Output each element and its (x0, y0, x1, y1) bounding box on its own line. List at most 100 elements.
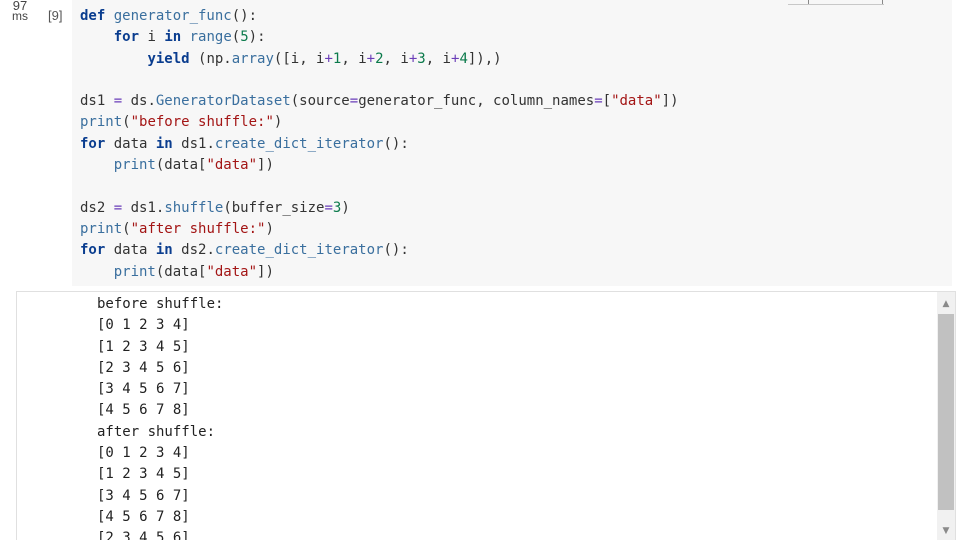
output-line: [3 4 5 6 7] (97, 487, 190, 504)
code-line: for i in range(5): (80, 29, 266, 45)
code-token: ds2 (80, 199, 114, 216)
code-token: i (139, 29, 165, 46)
code-token: ([i, i (273, 50, 325, 67)
code-token: "data" (611, 93, 662, 110)
code-token: create_dict_iterator (214, 242, 384, 259)
output-text: before shuffle: [0 1 2 3 4] [1 2 3 4 5] … (97, 294, 223, 540)
code-line: def generator_func(): (80, 8, 257, 24)
code-token: ): (248, 29, 266, 46)
output-line: [3 4 5 6 7] (97, 381, 190, 398)
code-token: ds. (122, 93, 156, 110)
code-line: print("before shuffle:") (80, 114, 282, 130)
output-line: [0 1 2 3 4] (97, 445, 190, 462)
code-token: (): (383, 135, 409, 152)
code-token: print (113, 263, 156, 280)
code-token: data (105, 135, 156, 152)
code-token: in (155, 135, 173, 152)
code-token: def (80, 8, 114, 24)
code-token: + (408, 50, 418, 67)
code-token: "data" (206, 157, 258, 174)
output-area: before shuffle: [0 1 2 3 4] [1 2 3 4 5] … (16, 291, 956, 540)
code-token: "before shuffle:" (130, 114, 274, 131)
scroll-down-arrow-icon[interactable]: ▼ (937, 522, 955, 540)
code-token: (buffer_size (223, 199, 325, 216)
code-token: generator_func, column_names (358, 93, 595, 110)
code-line: yield (np.array([i, i+1, i+2, i+3, i+4])… (80, 50, 502, 67)
code-token: 5 (240, 29, 249, 46)
code-token: = (594, 93, 603, 110)
code-token: + (366, 50, 376, 67)
output-scrollbar[interactable]: ▲ ▼ (937, 292, 955, 540)
notebook-cell: 97 ms [9] def generator_func(): for i in… (0, 0, 970, 540)
code-line: for data in ds2.create_dict_iterator(): (80, 242, 409, 258)
code-token: , i (383, 50, 409, 67)
code-token: for (80, 135, 106, 152)
code-token: + (324, 50, 333, 67)
code-token: print (80, 114, 123, 131)
code-token: ds1. (122, 199, 165, 216)
code-token: ( (231, 29, 241, 46)
code-token: (data[ (155, 263, 207, 280)
code-line: print(data["data"]) (80, 157, 274, 173)
code-line: for data in ds1.create_dict_iterator(): (80, 136, 409, 152)
scroll-up-arrow-icon[interactable]: ▲ (937, 295, 955, 313)
code-token: ]) (661, 93, 679, 110)
code-token: 4 (459, 50, 468, 67)
code-token: 3 (417, 50, 426, 67)
code-token: ) (341, 199, 350, 216)
code-token: ) (265, 220, 274, 237)
code-token: "after shuffle:" (130, 220, 266, 237)
code-token: ]) (257, 157, 274, 174)
execution-time: 97 ms (9, 0, 31, 22)
code-token: (np. (189, 50, 232, 67)
output-line: before shuffle: (97, 296, 224, 312)
output-line: [4 5 6 7 8] (97, 402, 190, 419)
code-token: in (164, 29, 182, 46)
code-token: 2 (375, 50, 384, 67)
code-line: print("after shuffle:") (80, 221, 274, 237)
scrollbar-thumb[interactable] (938, 314, 954, 510)
code-token: = (113, 93, 123, 110)
code-token: array (231, 50, 274, 67)
output-line: [1 2 3 4 5] (97, 466, 190, 483)
output-line: [2 3 4 5 6] (97, 359, 190, 376)
code-line: ds1 = ds.GeneratorDataset(source=generat… (80, 93, 679, 109)
output-line: [1 2 3 4 5] (97, 338, 190, 355)
code-token: GeneratorDataset (155, 93, 291, 110)
code-text[interactable]: def generator_func(): for i in range(5):… (80, 6, 679, 283)
code-token: for (113, 29, 140, 46)
code-token: generator_func (113, 8, 232, 24)
code-token: = (349, 93, 359, 110)
execution-count: [9] (48, 8, 63, 23)
output-line: [4 5 6 7 8] (97, 508, 190, 525)
code-token: range (189, 29, 232, 46)
code-token: ]) (257, 263, 274, 280)
code-token: "data" (206, 263, 258, 280)
code-token: for (80, 242, 106, 259)
code-token: = (113, 199, 123, 216)
code-token: create_dict_iterator (214, 135, 384, 152)
code-token: in (155, 242, 173, 259)
cell-toolbar-edge (788, 0, 884, 5)
code-token: ds1. (172, 135, 215, 152)
code-line: print(data["data"]) (80, 264, 274, 280)
code-token: ]),) (467, 50, 502, 67)
code-token: ) (273, 114, 283, 131)
execution-time-unit: ms (12, 9, 28, 23)
code-token: [ (602, 93, 612, 110)
code-token: , i (425, 50, 451, 67)
code-token: ds1 (80, 93, 114, 110)
code-token: ( (122, 220, 131, 237)
code-token: ds2. (172, 242, 215, 259)
code-token: shuffle (164, 199, 224, 216)
code-token: print (113, 157, 156, 174)
code-token: (): (231, 8, 258, 24)
code-token: print (80, 220, 123, 237)
code-token: (): (383, 242, 409, 259)
code-line: ds2 = ds1.shuffle(buffer_size=3) (80, 200, 350, 216)
